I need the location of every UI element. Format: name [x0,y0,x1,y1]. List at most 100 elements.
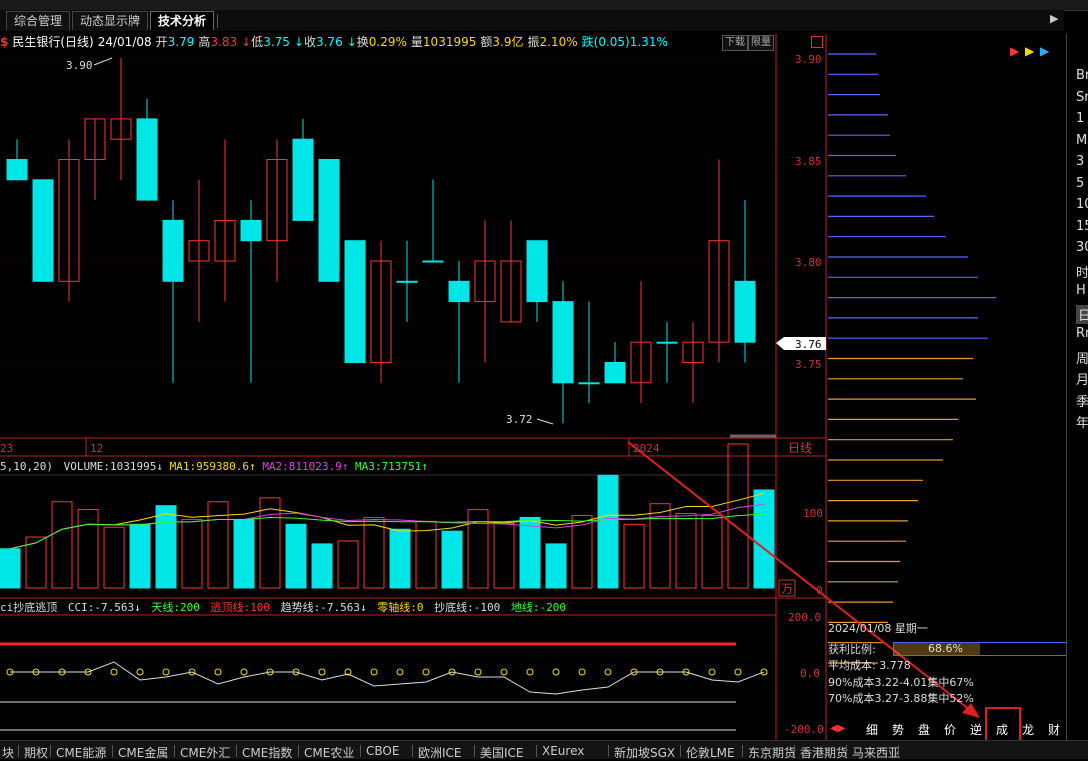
period-item[interactable]: 3 [1076,154,1084,169]
market-tab[interactable]: 美国ICE [480,744,524,761]
volume-bar [129,523,151,589]
period-item[interactable]: Rr [1076,326,1088,341]
period-item[interactable]: 月 [1076,369,1088,388]
market-tab-divider [474,745,475,757]
flag-icon[interactable]: ▶ [1010,44,1019,58]
candle-body [6,159,28,181]
market-tab[interactable]: CME指数 [242,744,292,761]
period-item[interactable]: 年 [1076,412,1088,431]
tab-technical-analysis[interactable]: 技术分析 [150,11,214,30]
x-axis-label: 23 [0,442,13,455]
market-tab[interactable]: 新加坡SGX [614,744,675,761]
avg-cost: 平均成本: 3.778 [828,659,911,672]
cci-marker [318,668,326,676]
bottom-market-bar: 块期权 CME能源 CME金属 CME外汇 CME指数 CME农业 CBOE 欧洲ICE 美国I… [0,740,1088,761]
market-tab-divider [898,745,899,757]
period-item[interactable]: 5 [1076,176,1084,191]
tab-orderbook[interactable]: 盘 [918,723,930,738]
market-tab[interactable]: XEurex [542,744,584,758]
period-item[interactable]: 15 [1076,219,1088,234]
cci-tick: 0.0 [800,667,820,680]
candle-body [656,341,678,344]
candle-body [604,362,626,384]
price-tick: 3.85 [795,155,822,168]
period-item[interactable]: 时 [1076,262,1088,281]
period-item[interactable]: M [1076,133,1087,148]
volume-bar [259,497,281,589]
market-tab-divider [412,745,413,757]
cci-tick: 200.0 [788,611,821,624]
tab-dragon[interactable]: 龙 [1022,723,1034,738]
volume-bar [675,513,697,589]
price-tick: 3.80 [795,256,822,269]
market-tab[interactable]: 块 [2,744,14,761]
cci-marker [214,668,222,676]
tab-comprehensive[interactable]: 综合管理 [6,11,70,30]
profit-bar: 68.6% [893,642,1067,656]
volume-bar [363,516,385,589]
period-item[interactable]: H [1076,283,1086,298]
flag-yellow-icon[interactable]: ▶ [1025,44,1034,58]
volume-bar [155,505,177,589]
period-item[interactable]: 10 [1076,197,1088,212]
tab-scroll-right-icon[interactable]: ▶ [1050,12,1058,25]
tab-finance[interactable]: 财 [1048,723,1060,738]
flag-blue-icon[interactable]: ▶ [1040,44,1049,58]
cci-marker [240,668,248,676]
volume-bar [519,516,541,589]
cci-marker [578,668,586,676]
candle-body [578,382,600,385]
tab-detail[interactable]: 细 [866,723,878,738]
market-tab[interactable]: CME金属 [118,744,168,761]
period-item[interactable]: 周 [1076,348,1088,367]
volume-bar [233,518,255,589]
market-tab-divider [174,745,175,757]
period-item[interactable]: 30 [1076,240,1088,255]
market-tab-divider [680,745,681,757]
market-tab-divider [608,745,609,757]
cci-marker [500,668,508,676]
cci-marker [474,668,482,676]
cci-marker [370,668,378,676]
market-tab[interactable]: 期权 [24,744,48,761]
candle-body [734,280,756,343]
market-tab[interactable]: 香港期货 [800,744,848,761]
volume-bar [311,543,333,589]
market-tab[interactable]: 东京期货 [748,744,796,761]
candle-body [344,240,366,363]
volume-bar [285,523,307,589]
cci-marker [110,668,118,676]
market-tab[interactable]: 马来西亚 [852,744,900,761]
annotation-arrow [627,441,971,711]
market-tab[interactable]: CME能源 [56,744,106,761]
prev-arrow-icon[interactable]: ◀▶ [830,723,845,734]
volume-unit: 万 [781,582,793,596]
cci-marker [422,668,430,676]
market-tab[interactable]: CBOE [366,744,399,758]
market-tab-divider [50,745,51,757]
period-item[interactable]: 日 [1076,304,1088,324]
period-item[interactable]: 1 [1076,111,1084,126]
candle-body [292,138,314,221]
market-tab[interactable]: 欧洲ICE [418,744,462,761]
tab-reverse[interactable]: 逆 [970,723,982,738]
tab-dynamic-board[interactable]: 动态显示牌 [72,11,148,30]
tab-price[interactable]: 价 [944,723,956,738]
volume-bar [207,501,229,589]
tab-trend[interactable]: 势 [892,723,904,738]
market-tab[interactable]: CME农业 [304,744,354,761]
period-item[interactable]: Sr [1076,90,1088,105]
market-tab[interactable]: 伦敦LME [686,744,735,761]
volume-bar [493,522,515,589]
volume-bar [415,520,437,589]
candle-body [552,301,574,384]
market-tab-divider [536,745,537,757]
volume-bar [623,523,645,589]
period-sidebar: Br Sr 1 M 3 5 10 15 30 时H日 Rr 周月季年 [1066,34,1088,740]
profit-value: 68.6% [928,642,963,655]
profit-label: 获利比例: [828,643,876,656]
market-tab[interactable]: CME外汇 [180,744,230,761]
cci-marker [526,668,534,676]
period-item[interactable]: 季 [1076,391,1088,410]
period-item[interactable]: Br [1076,68,1088,83]
